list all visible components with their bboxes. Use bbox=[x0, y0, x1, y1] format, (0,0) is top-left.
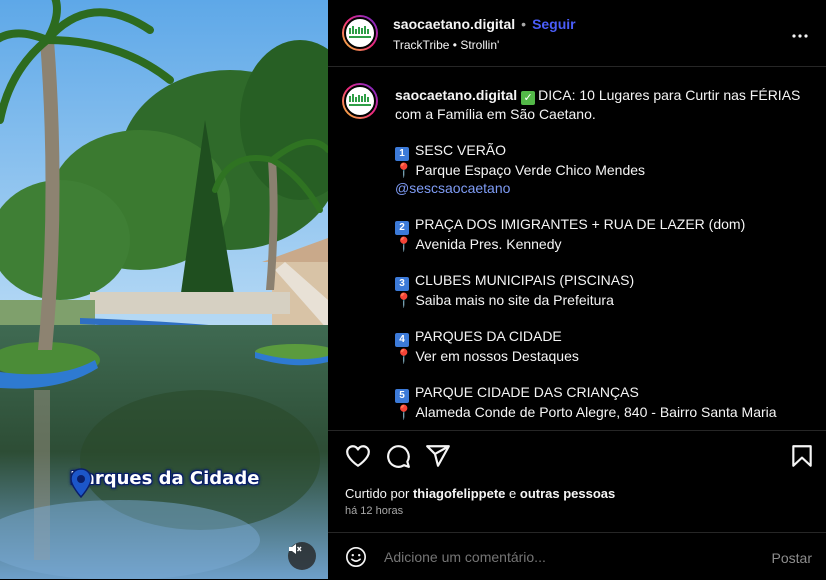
likes-summary: Curtido por thiagofelippete e outras pes… bbox=[345, 486, 615, 501]
list-item: 1 SESC VERÃO bbox=[395, 141, 815, 161]
item-title: CLUBES MUNICIPAIS (PISCINAS) bbox=[415, 272, 635, 288]
post-timestamp[interactable]: há 12 horas bbox=[345, 505, 403, 517]
heart-icon[interactable] bbox=[345, 443, 371, 469]
mute-button[interactable] bbox=[288, 542, 316, 570]
item-title: PARQUE CIDADE DAS CRIANÇAS bbox=[415, 384, 639, 400]
item-location: Alameda Conde de Porto Alegre, 840 - Bai… bbox=[415, 404, 777, 420]
audio-track-link[interactable]: TrackTribe • Strollin' bbox=[393, 38, 499, 52]
pin-icon: 📍 bbox=[395, 348, 413, 364]
comment-icon[interactable] bbox=[385, 443, 411, 469]
pin-icon: 📍 bbox=[395, 292, 413, 308]
number-badge: 5 bbox=[395, 389, 409, 403]
share-icon[interactable] bbox=[425, 443, 451, 469]
post-details-panel: saocaetano.digital • Seguir TrackTribe •… bbox=[328, 0, 826, 579]
separator-dot: • bbox=[521, 16, 527, 32]
number-badge: 3 bbox=[395, 277, 409, 291]
more-options-icon bbox=[792, 34, 808, 38]
caption-area: saocaetano.digital ✓ DICA: 10 Lugares para… bbox=[328, 67, 826, 429]
liked-by-user-link[interactable]: thiagofelippete bbox=[413, 486, 505, 501]
list-item: 4 PARQUES DA CIDADE bbox=[395, 327, 815, 347]
bookmark-icon[interactable] bbox=[789, 443, 815, 469]
post-comment-button[interactable]: Postar bbox=[772, 550, 812, 566]
avatar[interactable] bbox=[342, 15, 378, 51]
caption-avatar[interactable] bbox=[342, 83, 378, 119]
post-media[interactable]: Parques da Cidade bbox=[0, 0, 328, 579]
post-header: saocaetano.digital • Seguir TrackTribe •… bbox=[328, 0, 826, 67]
follow-button[interactable]: Seguir bbox=[532, 16, 576, 32]
more-options-button[interactable] bbox=[792, 22, 808, 43]
mention-link[interactable]: @sescsaocaetano bbox=[395, 180, 510, 196]
brand-logo-icon bbox=[349, 26, 371, 38]
brand-logo-icon bbox=[349, 94, 371, 106]
number-badge: 2 bbox=[395, 221, 409, 235]
pin-icon: 📍 bbox=[395, 236, 413, 252]
header-username[interactable]: saocaetano.digital bbox=[393, 16, 515, 32]
action-bar bbox=[328, 430, 826, 481]
list-item: 5 PARQUE CIDADE DAS CRIANÇAS bbox=[395, 383, 815, 403]
location-overlay: Parques da Cidade bbox=[70, 468, 260, 498]
post-viewer: Parques da Cidade saocaetano.digital • S… bbox=[0, 0, 826, 579]
item-title: PRAÇA DOS IMIGRANTES + RUA DE LAZER (dom… bbox=[415, 216, 746, 232]
others-liked-link[interactable]: outras pessoas bbox=[520, 486, 615, 501]
pin-icon: 📍 bbox=[395, 404, 413, 420]
pin-icon: 📍 bbox=[395, 162, 413, 178]
item-location: Ver em nossos Destaques bbox=[415, 348, 579, 364]
item-location: Parque Espaço Verde Chico Mendes bbox=[415, 162, 646, 178]
likes-joiner: e bbox=[509, 486, 517, 501]
caption-username[interactable]: saocaetano.digital bbox=[395, 87, 517, 103]
item-title: PARQUES DA CIDADE bbox=[415, 328, 562, 344]
number-badge: 4 bbox=[395, 333, 409, 347]
number-badge: 1 bbox=[395, 147, 409, 161]
overlay-label-text: Parques da Cidade bbox=[70, 468, 260, 489]
item-location: Saiba mais no site da Prefeitura bbox=[415, 292, 614, 308]
park-scene-image bbox=[0, 0, 328, 579]
check-mark-icon: ✓ bbox=[521, 91, 536, 105]
item-location: Avenida Pres. Kennedy bbox=[415, 236, 562, 252]
list-item: 3 CLUBES MUNICIPAIS (PISCINAS) bbox=[395, 271, 815, 291]
map-pin-icon bbox=[70, 468, 92, 498]
list-item: 2 PRAÇA DOS IMIGRANTES + RUA DE LAZER (do… bbox=[395, 215, 815, 235]
emoji-icon[interactable] bbox=[345, 546, 367, 568]
post-caption: saocaetano.digital ✓ DICA: 10 Lugares para… bbox=[395, 86, 815, 421]
item-title: SESC VERÃO bbox=[415, 142, 507, 158]
likes-prefix: Curtido por bbox=[345, 486, 410, 501]
speaker-muted-icon bbox=[289, 544, 302, 554]
comment-input[interactable] bbox=[384, 549, 744, 565]
comment-bar: Postar bbox=[328, 532, 826, 580]
